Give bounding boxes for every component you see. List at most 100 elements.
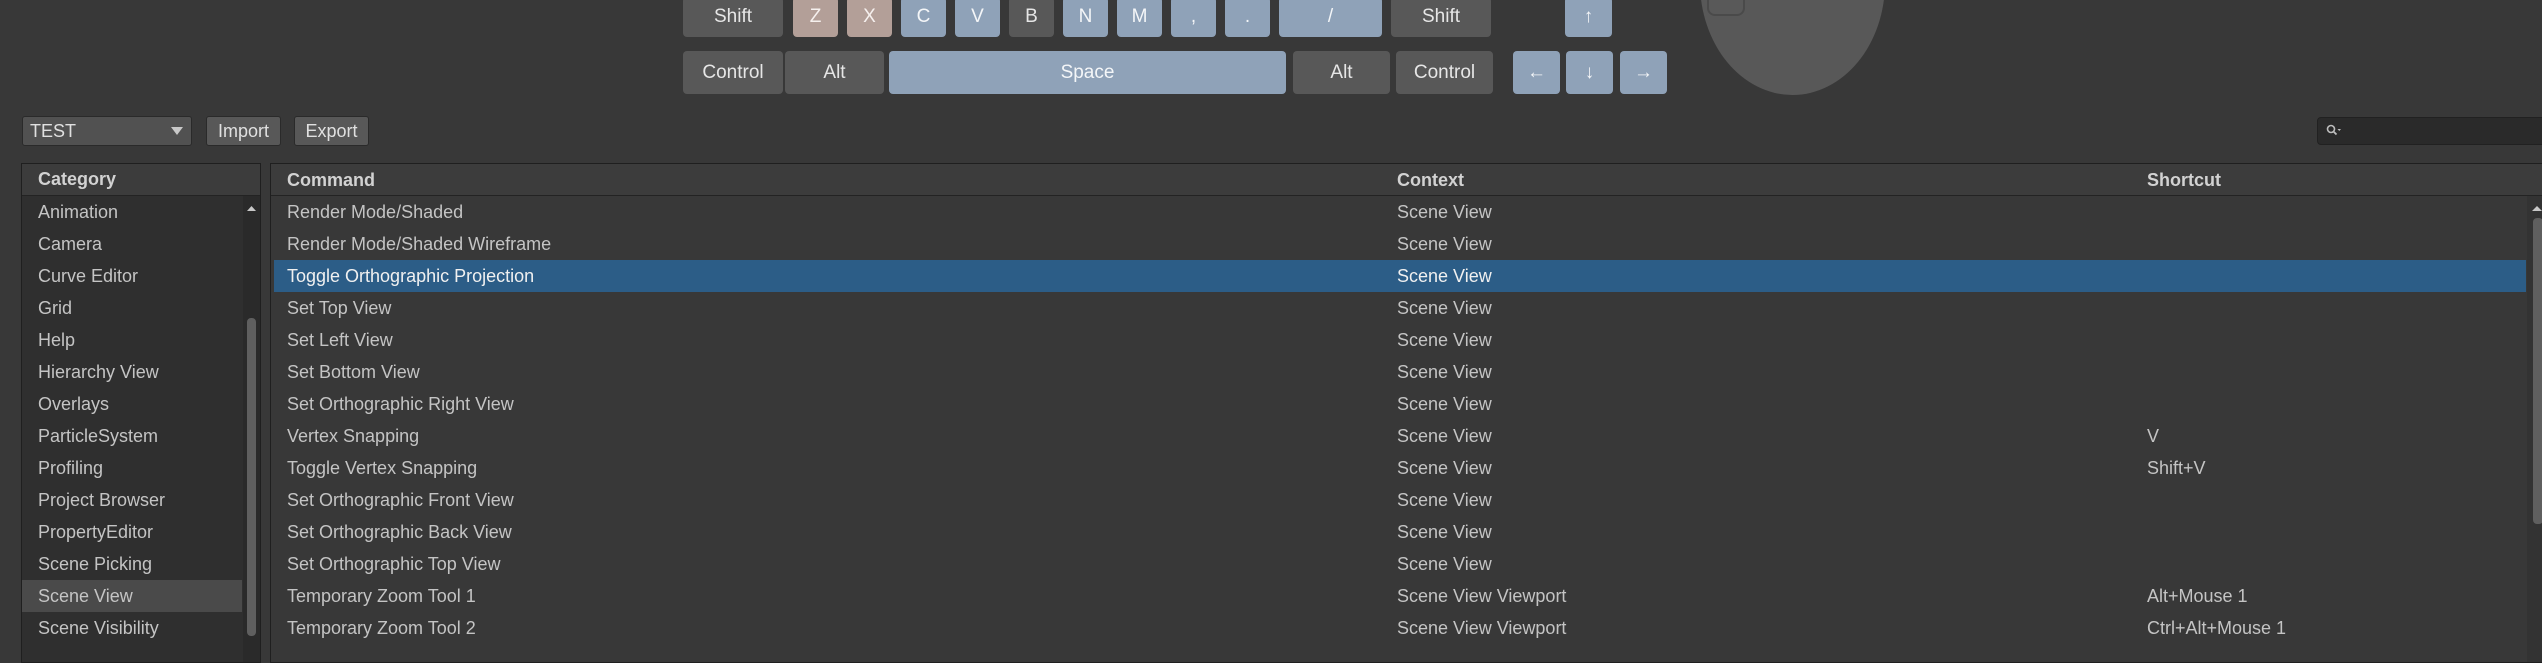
command-scrollbar-thumb[interactable]: [2533, 218, 2542, 524]
command-cell: Vertex Snapping: [287, 426, 420, 446]
command-cell: Set Left View: [287, 330, 393, 350]
key-left-control[interactable]: Control: [683, 51, 783, 94]
command-cell: Set Orthographic Back View: [287, 522, 512, 542]
shortcut-cell: V: [2147, 426, 2160, 446]
key-z[interactable]: Z: [793, 0, 838, 37]
context-cell: Scene View: [1397, 394, 1492, 414]
context-cell: Scene View: [1397, 554, 1492, 574]
category-item-particlesystem[interactable]: ParticleSystem: [22, 420, 242, 452]
table-row[interactable]: Vertex Snapping Scene View V: [274, 420, 2526, 452]
key-slash[interactable]: /: [1279, 0, 1382, 37]
command-cell: Toggle Vertex Snapping: [287, 458, 478, 478]
key-v[interactable]: V: [955, 0, 1000, 37]
key-comma[interactable]: ,: [1171, 0, 1216, 37]
table-row[interactable]: Set Left View Scene View: [274, 324, 2526, 356]
command-cell: Temporary Zoom Tool 2: [287, 618, 476, 638]
category-item-help[interactable]: Help: [22, 324, 242, 356]
key-arrow-down[interactable]: ↓: [1566, 51, 1613, 94]
column-header-shortcut[interactable]: Shortcut: [2147, 170, 2221, 191]
context-cell: Scene View Viewport: [1397, 618, 1567, 638]
key-arrow-up[interactable]: ↑: [1565, 0, 1612, 37]
search-field[interactable]: [2317, 117, 2542, 145]
context-cell: Scene View: [1397, 362, 1492, 382]
table-row[interactable]: Set Orthographic Right View Scene View: [274, 388, 2526, 420]
category-item-scene-picking[interactable]: Scene Picking: [22, 548, 242, 580]
table-row[interactable]: Set Orthographic Front View Scene View: [274, 484, 2526, 516]
column-header-command[interactable]: Command: [287, 170, 375, 191]
key-right-shift[interactable]: Shift: [1391, 0, 1491, 37]
table-row[interactable]: Set Orthographic Top View Scene View: [274, 548, 2526, 580]
profile-dropdown[interactable]: TEST: [22, 116, 192, 146]
category-item-curve-editor[interactable]: Curve Editor: [22, 260, 242, 292]
table-row[interactable]: Temporary Zoom Tool 2 Scene View Viewpor…: [274, 612, 2526, 644]
key-left-shift[interactable]: Shift: [683, 0, 783, 37]
command-cell: Toggle Orthographic Projection: [287, 266, 535, 286]
category-item-grid[interactable]: Grid: [22, 292, 242, 324]
context-cell: Scene View: [1397, 490, 1492, 510]
shortcut-cell: Shift+V: [2147, 458, 2206, 478]
command-cell: Set Bottom View: [287, 362, 420, 382]
key-c[interactable]: C: [901, 0, 946, 37]
category-item-propertyeditor[interactable]: PropertyEditor: [22, 516, 242, 548]
command-cell: Set Orthographic Top View: [287, 554, 501, 574]
table-row[interactable]: Set Top View Scene View: [274, 292, 2526, 324]
mouse-button-icon[interactable]: [1707, 0, 1745, 16]
chevron-down-icon: [171, 127, 183, 135]
command-cell: Set Top View: [287, 298, 392, 318]
key-n[interactable]: N: [1063, 0, 1108, 37]
command-table-header: Command Context Shortcut: [271, 164, 2542, 196]
table-row[interactable]: Set Bottom View Scene View: [274, 356, 2526, 388]
import-button[interactable]: Import: [206, 116, 281, 146]
key-right-alt[interactable]: Alt: [1293, 51, 1390, 94]
context-cell: Scene View: [1397, 298, 1492, 318]
table-row[interactable]: Render Mode/Shaded Scene View: [274, 196, 2526, 228]
column-header-context[interactable]: Context: [1397, 170, 1464, 191]
context-cell: Scene View: [1397, 330, 1492, 350]
category-scrollbar[interactable]: [243, 196, 260, 662]
command-cell: Set Orthographic Front View: [287, 490, 514, 510]
category-item-overlays[interactable]: Overlays: [22, 388, 242, 420]
key-x[interactable]: X: [847, 0, 892, 37]
category-item-animation[interactable]: Animation: [22, 196, 242, 228]
shortcut-cell: Alt+Mouse 1: [2147, 586, 2248, 606]
category-item-hierarchy-view[interactable]: Hierarchy View: [22, 356, 242, 388]
context-cell: Scene View: [1397, 266, 1492, 286]
key-space[interactable]: Space: [889, 51, 1286, 94]
category-scrollbar-thumb[interactable]: [247, 318, 256, 636]
command-table: Command Context Shortcut Render Mode/Sha…: [270, 163, 2542, 663]
command-cell: Render Mode/Shaded: [287, 202, 464, 222]
table-row[interactable]: Temporary Zoom Tool 1 Scene View Viewpor…: [274, 580, 2526, 612]
search-input[interactable]: [2344, 120, 2538, 144]
table-row[interactable]: Set Orthographic Back View Scene View: [274, 516, 2526, 548]
table-row[interactable]: Render Mode/Shaded Wireframe Scene View: [274, 228, 2526, 260]
key-m[interactable]: M: [1117, 0, 1162, 37]
context-cell: Scene View Viewport: [1397, 586, 1567, 606]
key-b[interactable]: B: [1009, 0, 1054, 37]
command-cell: Set Orthographic Right View: [287, 394, 514, 414]
search-icon: [2326, 124, 2341, 136]
shortcut-cell: Ctrl+Alt+Mouse 1: [2147, 618, 2287, 638]
profile-dropdown-value: TEST: [30, 120, 77, 141]
table-row-selected[interactable]: Toggle Orthographic Projection Scene Vie…: [274, 260, 2526, 292]
key-arrow-right[interactable]: →: [1620, 51, 1667, 94]
category-item-profiling[interactable]: Profiling: [22, 452, 242, 484]
command-cell: Temporary Zoom Tool 1: [287, 586, 476, 606]
context-cell: Scene View: [1397, 202, 1492, 222]
scroll-up-icon[interactable]: [243, 202, 260, 214]
export-button[interactable]: Export: [294, 116, 369, 146]
category-item-project-browser[interactable]: Project Browser: [22, 484, 242, 516]
category-item-scene-visibility[interactable]: Scene Visibility: [22, 612, 242, 644]
category-item-scene-view[interactable]: Scene View: [22, 580, 242, 612]
scroll-up-icon[interactable]: [2527, 202, 2542, 214]
command-scrollbar[interactable]: [2527, 196, 2542, 662]
key-left-alt[interactable]: Alt: [785, 51, 884, 94]
context-cell: Scene View: [1397, 234, 1492, 254]
category-panel: Category Animation Camera Curve Editor G…: [21, 163, 261, 663]
key-right-control[interactable]: Control: [1396, 51, 1493, 94]
context-cell: Scene View: [1397, 522, 1492, 542]
table-row[interactable]: Toggle Vertex Snapping Scene View Shift+…: [274, 452, 2526, 484]
category-item-camera[interactable]: Camera: [22, 228, 242, 260]
key-arrow-left[interactable]: ←: [1513, 51, 1560, 94]
key-period[interactable]: .: [1225, 0, 1270, 37]
context-cell: Scene View: [1397, 426, 1492, 446]
